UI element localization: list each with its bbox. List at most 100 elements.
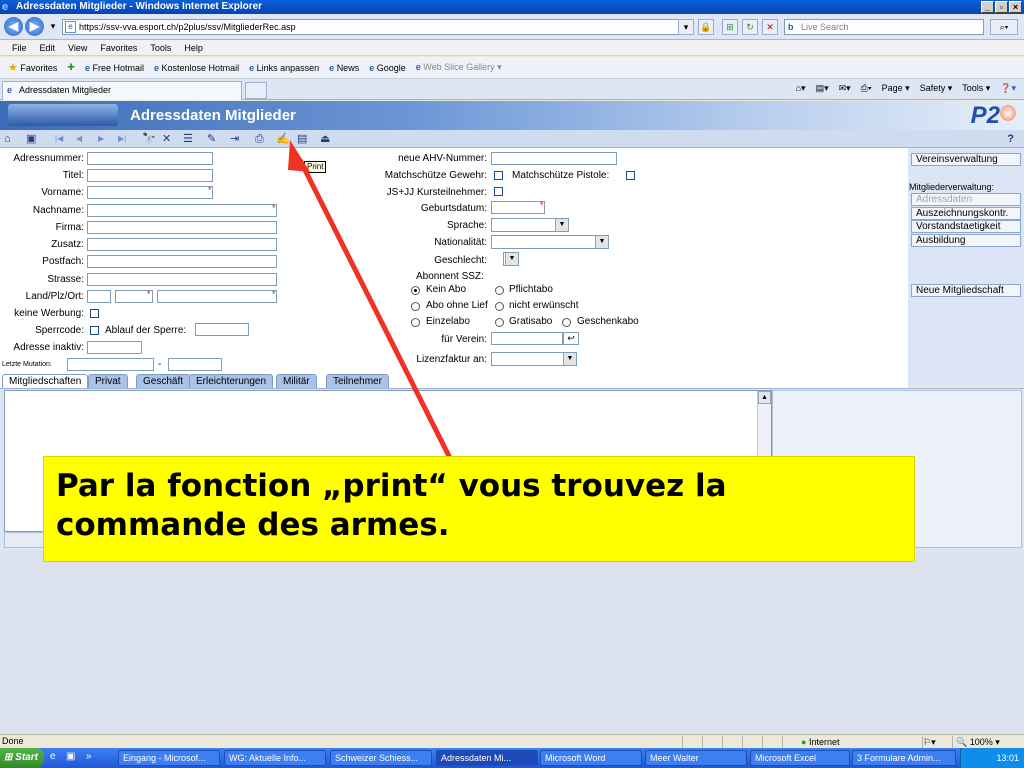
security-zone[interactable]: ● Internet [782,736,918,748]
tab-mitgliedschaften[interactable]: Mitgliedschaften [2,374,89,388]
menu-tools[interactable]: Tools [150,40,171,55]
verein-input[interactable] [491,332,563,345]
upload-icon[interactable]: ⏏ [320,132,330,146]
task-excel[interactable]: Microsoft Excel [750,750,850,766]
last-record-icon[interactable]: ▶| [118,132,126,146]
start-button[interactable]: ⊞ Start [0,748,44,768]
matchschuetze-pistole-checkbox[interactable] [626,171,635,180]
fav-link-links-anpassen[interactable]: e Links anpassen [249,63,319,73]
fav-link-free-hotmail[interactable]: e Free Hotmail [85,63,144,73]
vereinsverwaltung-button[interactable]: Vereinsverwaltung [911,153,1021,166]
menu-help[interactable]: Help [184,40,203,55]
vorname-input[interactable] [87,186,213,199]
new-tab-button[interactable] [245,82,267,99]
zoom-control[interactable]: 🔍 100% ▾ [952,736,1012,748]
abo-nicht-erwuenscht-radio[interactable] [495,302,504,311]
add-favorite-icon[interactable]: ✚ [67,62,75,73]
minimize-button[interactable]: _ [981,1,994,13]
protected-mode-icon[interactable]: ⚐▾ [922,736,950,748]
tab-teilnehmer[interactable]: Teilnehmer [326,374,389,388]
zusatz-input[interactable] [87,238,277,251]
fav-link-news[interactable]: e News [329,63,359,73]
quick-launch-more-icon[interactable]: » [86,751,92,762]
task-mail[interactable]: WG: Aktuelle Info... [224,750,326,766]
nationalitaet-select[interactable]: ▼ [491,235,609,249]
task-formulare[interactable]: 3 Formulare Admin... [852,750,956,766]
neue-mitgliedschaft-button[interactable]: Neue Mitgliedschaft [911,284,1021,297]
nav-vorstandstaetigkeit[interactable]: Vorstandstaetigkeit [911,220,1021,233]
home-icon[interactable]: ⌂ [4,132,11,146]
address-input[interactable]: e https://ssv-vva.esport.ch/p2plus/ssv/M… [62,19,694,35]
abo-gratis-radio[interactable] [495,318,504,327]
tab-privat[interactable]: Privat [88,374,128,388]
strasse-input[interactable] [87,273,277,286]
task-outlook[interactable]: Eingang - Microsof... [118,750,220,766]
keine-werbung-checkbox[interactable] [90,309,99,318]
js-jj-checkbox[interactable] [494,187,503,196]
abo-kein-radio[interactable] [411,286,420,295]
menu-file[interactable]: File [12,40,27,55]
abo-ohne-lief-radio[interactable] [411,302,420,311]
verein-lookup-button[interactable]: ↩ [563,332,579,345]
postfach-input[interactable] [87,255,277,268]
fav-link-web-slice[interactable]: e Web Slice Gallery ▾ [416,62,502,73]
abo-pflicht-radio[interactable] [495,286,504,295]
ablauf-sperre-input[interactable] [195,323,249,336]
quick-launch-ie-icon[interactable]: e [50,751,56,762]
search-input[interactable]: b Live Search [784,19,984,35]
nav-auszeichnungskontr[interactable]: Auszeichnungskontr. [911,207,1021,220]
export-icon[interactable]: ⇥ [230,132,239,146]
form-icon[interactable]: ▣ [26,132,36,146]
compatibility-icon[interactable]: ⊞ [722,19,738,35]
nav-adressdaten[interactable]: Adressdaten [911,193,1021,206]
tab-militaer[interactable]: Militär [276,374,317,388]
binoculars-icon[interactable]: 🔭 [142,132,156,146]
prev-record-icon[interactable]: ◀ [76,132,82,146]
ahv-nummer-input[interactable] [491,152,617,165]
firma-input[interactable] [87,221,277,234]
menu-view[interactable]: View [68,40,87,55]
print-icon[interactable]: ⎙ [255,132,264,146]
mutation-from-input[interactable] [67,358,154,371]
task-meer-walter[interactable]: Meer Walter [645,750,747,766]
history-dropdown-icon[interactable]: ▾ [45,19,61,35]
quick-launch-desktop-icon[interactable]: ▣ [66,751,75,762]
task-schweizer[interactable]: Schweizer Schiess... [330,750,432,766]
cmd-safety[interactable]: Safety ▾ [920,83,953,94]
close-button[interactable]: × [1009,1,1022,13]
ort-input[interactable] [157,290,277,303]
nachname-input[interactable] [87,204,277,217]
lizenzfaktur-select[interactable]: ▼ [491,352,577,366]
cmd-tools[interactable]: Tools ▾ [962,83,990,94]
matchschuetze-gewehr-checkbox[interactable] [494,171,503,180]
cmd-page[interactable]: Page ▾ [882,83,910,94]
help-icon[interactable]: ❓▾ [1000,83,1016,94]
sprache-select[interactable]: ▼ [491,218,569,232]
refresh-icon[interactable]: ↻ [742,19,758,35]
mutation-to-input[interactable] [168,358,222,371]
mail-icon[interactable]: ✉▾ [839,83,851,94]
next-record-icon[interactable]: ▶ [98,132,104,146]
forward-icon[interactable]: ▶ [25,17,44,36]
search-button[interactable]: ⌕▾ [990,19,1018,35]
task-adressdaten[interactable]: Adressdaten Mi... [436,750,538,766]
home-icon[interactable]: ⌂▾ [796,83,806,94]
address-dropdown-icon[interactable]: ▾ [678,19,694,35]
geburtsdatum-input[interactable] [491,201,545,214]
stop-icon[interactable]: ✕ [762,19,778,35]
geschlecht-select[interactable]: ▼ [503,252,519,266]
print-browser-icon[interactable]: ⎙▾ [861,83,872,94]
menu-favorites[interactable]: Favorites [100,40,137,55]
lock-icon[interactable]: 🔒 [698,19,714,35]
edit-list-icon[interactable]: ✎ [207,132,216,146]
first-record-icon[interactable]: |◀ [55,132,63,146]
task-word[interactable]: Microsoft Word [540,750,642,766]
back-icon[interactable]: ◀ [4,17,23,36]
maximize-button[interactable]: ▫ [995,1,1008,13]
help-button[interactable]: ? [1007,132,1014,146]
fav-link-kostenlose-hotmail[interactable]: e Kostenlose Hotmail [154,63,239,73]
favorites-button[interactable]: ★ Favorites [8,61,57,74]
tab-geschaeft[interactable]: Geschäft [136,374,191,388]
report-icon[interactable]: ▤ [297,132,307,146]
clock[interactable]: 13:01 [996,753,1019,763]
